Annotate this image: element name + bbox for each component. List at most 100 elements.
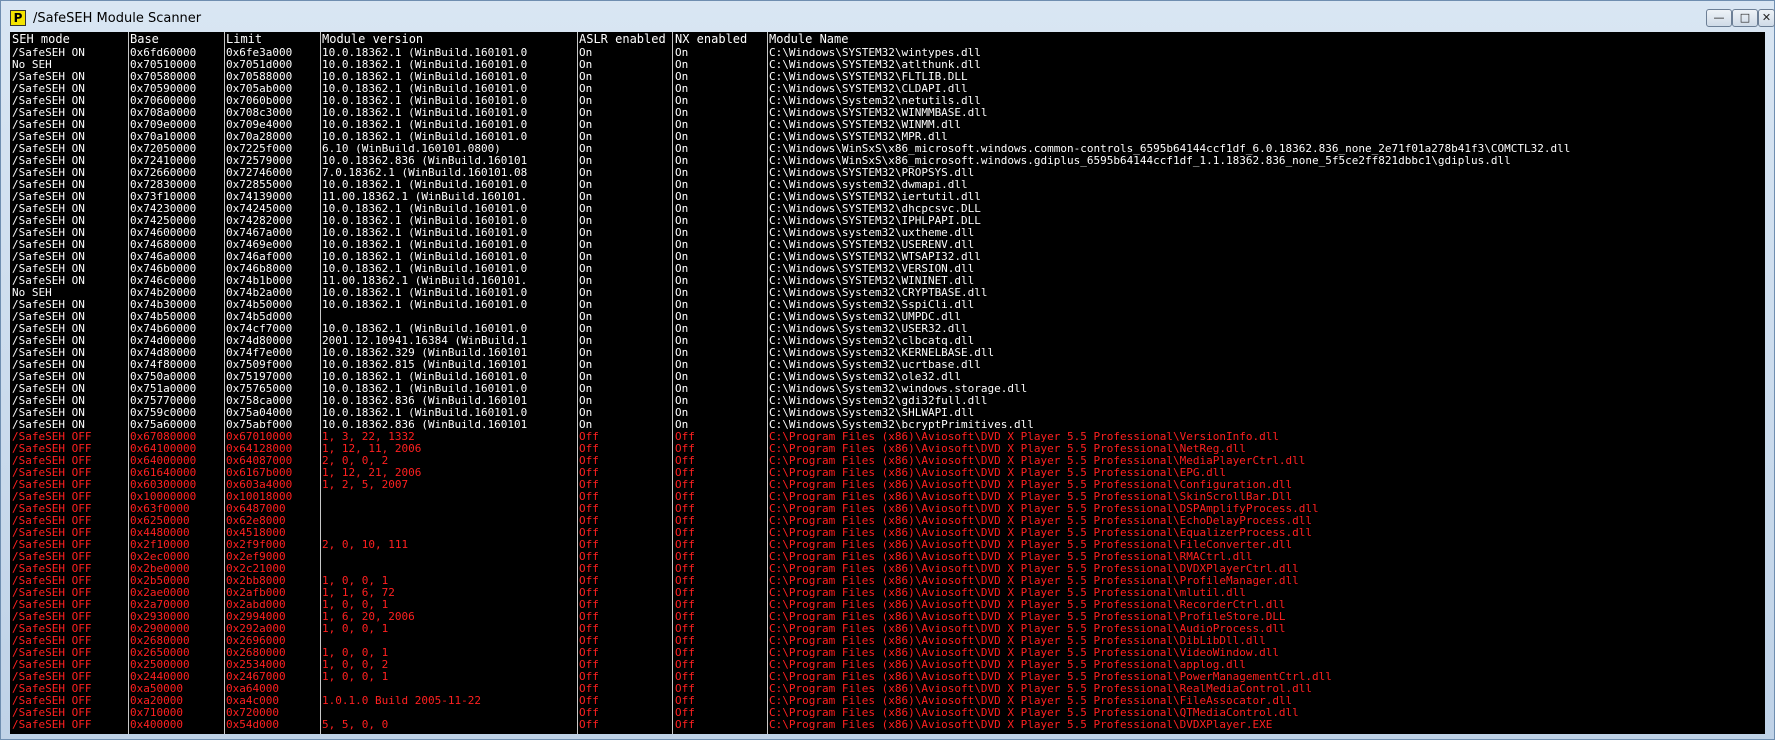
table-row[interactable]: /SafeSEH ON 0x74230000 0x74245000 10.0.1836… xyxy=(10,203,1765,215)
cell-module-version: 5, 5, 0, 0 xyxy=(322,719,389,731)
table-row[interactable]: /SafeSEH ON 0x70a10000 0x70a28000 10.0.1836… xyxy=(10,131,1765,143)
cell-module-version: 1, 0, 0, 1 xyxy=(322,575,389,587)
cell-nx: On xyxy=(675,119,689,131)
table-row[interactable]: /SafeSEH ON 0x75a60000 0x75abf000 10.0.1836… xyxy=(10,419,1765,431)
header-limit[interactable]: Limit xyxy=(226,32,320,47)
table-row[interactable]: /SafeSEH OFF 0xa20000 0xa4c000 1.0.1.0 Buil… xyxy=(10,695,1765,707)
table-row[interactable]: /SafeSEH ON 0x72050000 0x7225f000 6.10 (Win… xyxy=(10,143,1765,155)
table-row[interactable]: /SafeSEH OFF 0x2440000 0x2467000 1, 0, 0, 1… xyxy=(10,671,1765,683)
title-bar[interactable]: P /SafeSEH Module Scanner — □ ✕ xyxy=(1,1,1775,35)
table-row[interactable]: /SafeSEH ON 0x70580000 0x70588000 10.0.1836… xyxy=(10,71,1765,83)
table-row[interactable]: /SafeSEH OFF 0x6250000 0x62e8000 Off Off C:\P… xyxy=(10,515,1765,527)
table-row[interactable]: /SafeSEH OFF 0x2500000 0x2534000 1, 0, 0, 2… xyxy=(10,659,1765,671)
table-row[interactable]: /SafeSEH OFF 0x400000 0x54d000 5, 5, 0, 0 Of… xyxy=(10,719,1765,731)
cell-base: 0x2680000 xyxy=(130,635,190,647)
table-row[interactable]: /SafeSEH ON 0x74250000 0x74282000 10.0.1836… xyxy=(10,215,1765,227)
table-row[interactable]: /SafeSEH OFF 0x2930000 0x2994000 1, 6, 20, … xyxy=(10,611,1765,623)
cell-seh-mode: /SafeSEH ON xyxy=(12,275,85,287)
table-row[interactable]: /SafeSEH ON 0x74600000 0x7467a000 10.0.1836… xyxy=(10,227,1765,239)
cell-module-version: 10.0.18362.1 (WinBuild.160101.0 xyxy=(322,299,528,311)
table-row[interactable]: /SafeSEH OFF 0x2680000 0x2696000 Off Off C:\P… xyxy=(10,635,1765,647)
table-row[interactable]: /SafeSEH ON 0x74b50000 0x74b5d000 On On C:\Wi… xyxy=(10,311,1765,323)
cell-module-version: 10.0.18362.836 (WinBuild.160101 xyxy=(322,155,528,167)
cell-module-name: C:\Windows\SYSTEM32\dhcpcsvc.DLL xyxy=(769,203,981,215)
table-row[interactable]: /SafeSEH OFF 0x67080000 0x67010000 1, 3, 22… xyxy=(10,431,1765,443)
table-row[interactable]: No SEH 0x70510000 0x7051d000 10.0.18362.1 (… xyxy=(10,59,1765,71)
table-row[interactable]: /SafeSEH ON 0x74f80000 0x7509f000 10.0.1836… xyxy=(10,359,1765,371)
cell-limit: 0x74b1b000 xyxy=(226,275,293,287)
cell-nx: Off xyxy=(675,707,695,719)
table-row[interactable]: /SafeSEH ON 0x74d00000 0x74d80000 2001.12.1… xyxy=(10,335,1765,347)
cell-module-name: C:\Windows\System32\bcryptPrimitives.dll xyxy=(769,419,1034,431)
table-row[interactable]: /SafeSEH OFF 0x2be0000 0x2c21000 Off Off C:\P… xyxy=(10,563,1765,575)
table-row[interactable]: /SafeSEH ON 0x746b0000 0x746b8000 10.0.1836… xyxy=(10,263,1765,275)
cell-nx: Off xyxy=(675,599,695,611)
table-row[interactable]: /SafeSEH ON 0x746c0000 0x74b1b000 11.00.183… xyxy=(10,275,1765,287)
header-base[interactable]: Base xyxy=(130,32,224,47)
table-row[interactable]: /SafeSEH ON 0x759c0000 0x75a04000 10.0.1836… xyxy=(10,407,1765,419)
table-row[interactable]: /SafeSEH OFF 0x2ae0000 0x2afb000 1, 1, 6, 7… xyxy=(10,587,1765,599)
table-row[interactable]: /SafeSEH OFF 0x2ec0000 0x2ef9000 Off Off C:\P… xyxy=(10,551,1765,563)
cell-seh-mode: /SafeSEH ON xyxy=(12,47,85,59)
cell-module-version: 10.0.18362.1 (WinBuild.160101.0 xyxy=(322,203,528,215)
header-seh-mode[interactable]: SEH mode xyxy=(12,32,130,47)
cell-base: 0x64000000 xyxy=(130,455,197,467)
table-row[interactable]: /SafeSEH ON 0x708a0000 0x708c3000 10.0.1836… xyxy=(10,107,1765,119)
cell-aslr: On xyxy=(579,311,593,323)
table-row[interactable]: /SafeSEH ON 0x746a0000 0x746af000 10.0.1836… xyxy=(10,251,1765,263)
cell-nx: Off xyxy=(675,491,695,503)
cell-module-version: 10.0.18362.1 (WinBuild.160101.0 xyxy=(322,287,528,299)
table-row[interactable]: /SafeSEH ON 0x72830000 0x72855000 10.0.1836… xyxy=(10,179,1765,191)
table-row[interactable]: /SafeSEH ON 0x751a0000 0x75765000 10.0.1836… xyxy=(10,383,1765,395)
maximize-button[interactable]: □ xyxy=(1732,9,1758,27)
module-table: SEH mode Base Limit Module version ASLR … xyxy=(10,32,1765,734)
cell-module-name: C:\Program Files (x86)\Aviosoft\DVD X Pl… xyxy=(769,431,1279,443)
table-row[interactable]: /SafeSEH ON 0x74b60000 0x74cf7000 10.0.1836… xyxy=(10,323,1765,335)
table-row[interactable]: /SafeSEH OFF 0x63f0000 0x6487000 Off Off C:\P… xyxy=(10,503,1765,515)
table-row[interactable]: /SafeSEH OFF 0x64000000 0x64087000 2, 0, 0,… xyxy=(10,455,1765,467)
minimize-button[interactable]: — xyxy=(1706,9,1732,27)
cell-base: 0x710000 xyxy=(130,707,183,719)
table-row[interactable]: /SafeSEH ON 0x73f10000 0x74139000 11.00.183… xyxy=(10,191,1765,203)
table-row[interactable]: /SafeSEH ON 0x70600000 0x7060b000 10.0.1836… xyxy=(10,95,1765,107)
table-row[interactable]: /SafeSEH OFF 0x2650000 0x2680000 1, 0, 0, 1… xyxy=(10,647,1765,659)
table-row[interactable]: /SafeSEH OFF 0x2b50000 0x2bb8000 1, 0, 0, 1… xyxy=(10,575,1765,587)
table-row[interactable]: /SafeSEH ON 0x70590000 0x705ab000 10.0.1836… xyxy=(10,83,1765,95)
table-row[interactable]: /SafeSEH ON 0x709e0000 0x709e4000 10.0.1836… xyxy=(10,119,1765,131)
cell-base: 0x72050000 xyxy=(130,143,197,155)
table-row[interactable]: /SafeSEH ON 0x72660000 0x72746000 7.0.18362… xyxy=(10,167,1765,179)
table-row[interactable]: /SafeSEH OFF 0x10000000 0x10018000 Off Off C:… xyxy=(10,491,1765,503)
table-row[interactable]: /SafeSEH OFF 0x64100000 0x64128000 1, 12, 1… xyxy=(10,443,1765,455)
cell-limit: 0x4518000 xyxy=(226,527,286,539)
table-row[interactable]: /SafeSEH ON 0x74b30000 0x74b50000 10.0.1836… xyxy=(10,299,1765,311)
table-row[interactable]: /SafeSEH OFF 0x61640000 0x6167b000 1, 12, 2… xyxy=(10,467,1765,479)
cell-limit: 0x2bb8000 xyxy=(226,575,286,587)
cell-limit: 0x2696000 xyxy=(226,635,286,647)
cell-limit: 0x70588000 xyxy=(226,71,293,83)
table-row[interactable]: /SafeSEH ON 0x72410000 0x72579000 10.0.1836… xyxy=(10,155,1765,167)
table-row[interactable]: /SafeSEH ON 0x74d80000 0x74f7e000 10.0.1836… xyxy=(10,347,1765,359)
table-row[interactable]: /SafeSEH OFF 0x2900000 0x292a000 1, 0, 0, 1… xyxy=(10,623,1765,635)
table-row[interactable]: /SafeSEH OFF 0x2f10000 0x2f9f000 2, 0, 10, … xyxy=(10,539,1765,551)
header-aslr-enabled[interactable]: ASLR enabled xyxy=(579,32,675,47)
table-row[interactable]: /SafeSEH OFF 0x4480000 0x4518000 Off Off C:\P… xyxy=(10,527,1765,539)
table-row[interactable]: /SafeSEH OFF 0xa50000 0xa64000 Off Off C:\Pro… xyxy=(10,683,1765,695)
header-module-version[interactable]: Module version xyxy=(322,32,578,47)
table-row[interactable]: No SEH 0x74b20000 0x74b2a000 10.0.18362.1 (… xyxy=(10,287,1765,299)
header-module-name[interactable]: Module Name xyxy=(769,32,1764,47)
cell-seh-mode: /SafeSEH OFF xyxy=(12,599,92,611)
table-row[interactable]: /SafeSEH ON 0x6fd60000 0x6fe3a000 10.0.1836… xyxy=(10,47,1765,59)
table-row[interactable]: /SafeSEH OFF 0x60300000 0x603a4000 1, 2, 5,… xyxy=(10,479,1765,491)
cell-module-name: C:\Program Files (x86)\Aviosoft\DVD X Pl… xyxy=(769,587,1246,599)
cell-limit: 0x7467a000 xyxy=(226,227,293,239)
cell-seh-mode: /SafeSEH OFF xyxy=(12,623,92,635)
close-button[interactable]: ✕ xyxy=(1758,9,1775,27)
table-row[interactable]: /SafeSEH OFF 0x2a70000 0x2abd000 1, 0, 0, 1… xyxy=(10,599,1765,611)
cell-limit: 0x75197000 xyxy=(226,371,293,383)
table-row[interactable]: /SafeSEH ON 0x74680000 0x7469e000 10.0.1836… xyxy=(10,239,1765,251)
table-row[interactable]: /SafeSEH OFF 0x710000 0x720000 Off Off C:\Pro… xyxy=(10,707,1765,719)
cell-module-version: 1, 0, 0, 1 xyxy=(322,623,389,635)
header-nx-enabled[interactable]: NX enabled xyxy=(675,32,768,47)
table-row[interactable]: /SafeSEH ON 0x750a0000 0x75197000 10.0.1836… xyxy=(10,371,1765,383)
table-row[interactable]: /SafeSEH ON 0x75770000 0x758ca000 10.0.1836… xyxy=(10,395,1765,407)
